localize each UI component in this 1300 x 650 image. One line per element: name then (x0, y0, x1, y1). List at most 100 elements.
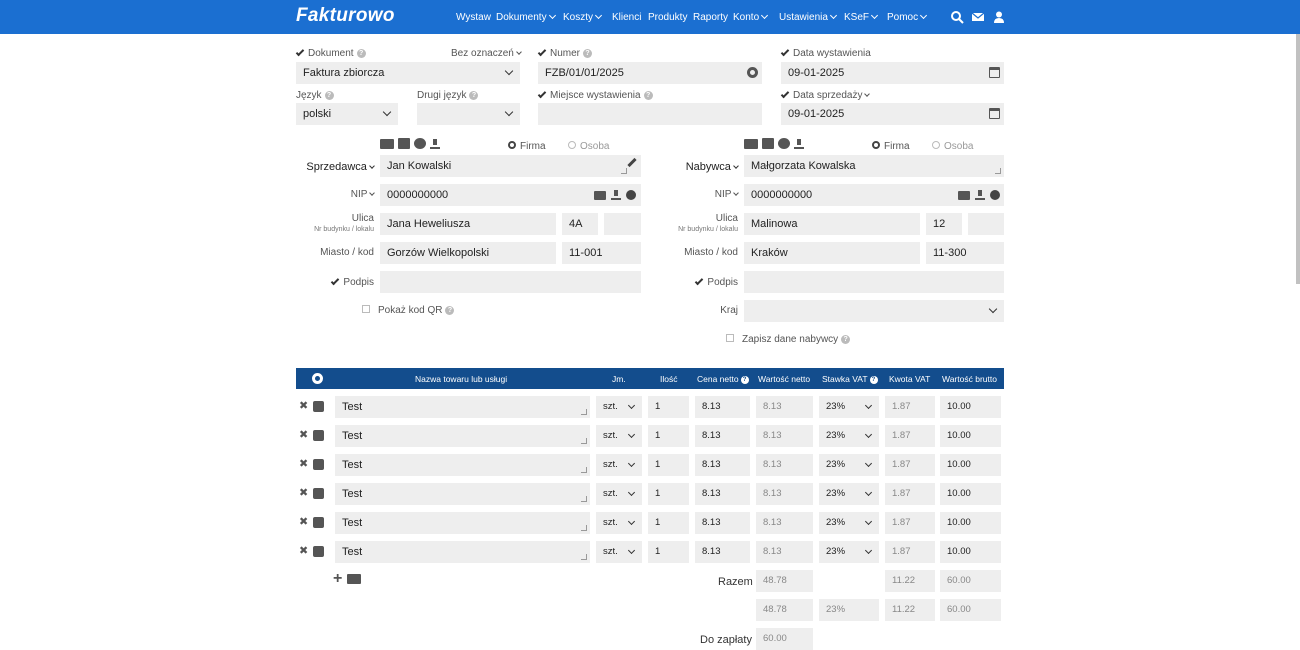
drugi-jezyk-select[interactable] (417, 103, 520, 125)
delete-row-icon[interactable]: ✖ (299, 546, 310, 557)
edit-icon[interactable] (313, 401, 324, 412)
page-scrollbar[interactable] (1296, 34, 1300, 284)
search-icon[interactable] (950, 10, 964, 24)
gear-icon[interactable] (778, 138, 790, 149)
cell-gross[interactable]: 10.00 (940, 425, 1001, 447)
data-sprzedazy-label[interactable]: Data sprzedaży (780, 89, 871, 101)
edit-icon[interactable] (313, 459, 324, 470)
qr-checkbox[interactable]: Pokaż kod QR? (362, 305, 455, 316)
nav-item-ustawienia[interactable]: Ustawienia (779, 11, 837, 23)
help-icon[interactable]: ? (583, 48, 593, 58)
edit-icon[interactable] (313, 488, 324, 499)
folder-open-icon[interactable] (744, 138, 758, 149)
resize-handle[interactable] (581, 554, 587, 560)
resize-handle[interactable] (621, 168, 627, 174)
seller-building-input[interactable]: 4A (562, 213, 598, 235)
dokument-select[interactable]: Faktura zbiorcza (296, 62, 520, 84)
download-icon[interactable] (611, 190, 621, 200)
nav-item-dokumenty[interactable]: Dokumenty (496, 11, 556, 23)
cell-name[interactable]: Test (335, 483, 590, 505)
edit-icon[interactable] (313, 430, 324, 441)
edit-icon[interactable] (398, 138, 410, 149)
resize-handle[interactable] (581, 467, 587, 473)
gear-icon[interactable] (747, 67, 758, 78)
cell-price[interactable]: 8.13 (695, 425, 750, 447)
gear-icon[interactable] (414, 138, 426, 149)
buyer-podpis-input[interactable] (744, 271, 1004, 293)
buyer-nip-dropdown[interactable]: NIP (660, 189, 739, 200)
buyer-postcode-input[interactable]: 11-300 (926, 242, 1004, 264)
buyer-name-input[interactable]: Małgorzata Kowalska (744, 155, 1004, 177)
help-icon[interactable]: ? (324, 90, 334, 100)
help-icon[interactable]: ? (740, 375, 749, 384)
cell-price[interactable]: 8.13 (695, 396, 750, 418)
miejsce-input[interactable] (538, 103, 762, 125)
edit-icon[interactable] (762, 138, 774, 149)
delete-row-icon[interactable]: ✖ (299, 488, 310, 499)
mail-icon[interactable] (971, 10, 985, 24)
buyer-podpis-label[interactable]: Podpis (660, 276, 738, 288)
nav-item-klienci[interactable]: Klienci (612, 12, 641, 23)
download-icon[interactable] (975, 190, 985, 200)
cell-jm[interactable]: szt. (596, 396, 642, 418)
cell-price[interactable]: 8.13 (695, 512, 750, 534)
cell-vat[interactable]: 23% (819, 454, 879, 476)
help-icon[interactable]: ? (643, 90, 653, 100)
delete-row-icon[interactable]: ✖ (299, 459, 310, 470)
cell-qty[interactable]: 1 (648, 454, 689, 476)
folder-open-icon[interactable] (347, 574, 361, 584)
check-circle-icon[interactable] (990, 190, 1000, 200)
buyer-building-input[interactable]: 12 (926, 213, 962, 235)
download-icon[interactable] (794, 138, 804, 149)
cell-qty[interactable]: 1 (648, 541, 689, 563)
seller-nip-dropdown[interactable]: NIP (296, 189, 375, 200)
seller-podpis-input[interactable] (380, 271, 641, 293)
cell-vat[interactable]: 23% (819, 541, 879, 563)
nav-item-koszty[interactable]: Koszty (563, 11, 603, 23)
buyer-local-input[interactable] (968, 213, 1004, 235)
cell-gross[interactable]: 10.00 (940, 454, 1001, 476)
resize-handle[interactable] (581, 496, 587, 502)
plus-icon[interactable]: + (333, 571, 342, 587)
delete-row-icon[interactable]: ✖ (299, 517, 310, 528)
cell-vat[interactable]: 23% (819, 425, 879, 447)
cell-jm[interactable]: szt. (596, 541, 642, 563)
nav-item-pomoc[interactable]: Pomoc (887, 11, 928, 23)
data-sprzedazy-input[interactable]: 09-01-2025 (781, 103, 1004, 125)
cell-jm[interactable]: szt. (596, 512, 642, 534)
folder-open-icon[interactable] (958, 190, 970, 200)
help-icon[interactable]: ? (356, 48, 366, 58)
cell-jm[interactable]: szt. (596, 425, 642, 447)
resize-handle[interactable] (581, 438, 587, 444)
help-icon[interactable]: ? (469, 90, 479, 100)
data-wystawienia-input[interactable]: 09-01-2025 (781, 62, 1004, 84)
cell-name[interactable]: Test (335, 541, 590, 563)
cell-qty[interactable]: 1 (648, 512, 689, 534)
cell-vat[interactable]: 23% (819, 512, 879, 534)
jezyk-select[interactable]: polski (296, 103, 398, 125)
pencil-icon[interactable] (627, 157, 637, 168)
buyer-city-input[interactable]: Kraków (744, 242, 920, 264)
seller-osoba-radio[interactable]: Osoba (568, 141, 609, 152)
seller-name-input[interactable]: Jan Kowalski (380, 155, 641, 177)
seller-street-input[interactable]: Jana Heweliusza (380, 213, 556, 235)
resize-handle[interactable] (581, 409, 587, 415)
delete-row-icon[interactable]: ✖ (299, 401, 310, 412)
cell-gross[interactable]: 10.00 (940, 512, 1001, 534)
zapisz-checkbox[interactable]: Zapisz dane nabywcy? (726, 334, 851, 345)
cell-name[interactable]: Test (335, 512, 590, 534)
delete-row-icon[interactable]: ✖ (299, 430, 310, 441)
buyer-kraj-select[interactable] (744, 300, 1004, 322)
gear-icon[interactable] (312, 373, 323, 384)
cell-qty[interactable]: 1 (648, 483, 689, 505)
resize-handle[interactable] (581, 525, 587, 531)
calendar-icon[interactable] (989, 67, 1000, 78)
calendar-icon[interactable] (989, 108, 1000, 119)
sprzedawca-dropdown[interactable]: Sprzedawca (296, 161, 375, 173)
nav-item-konto[interactable]: Konto (733, 11, 769, 23)
cell-gross[interactable]: 10.00 (940, 483, 1001, 505)
cell-qty[interactable]: 1 (648, 396, 689, 418)
seller-firma-radio[interactable]: Firma (508, 141, 546, 152)
seller-city-input[interactable]: Gorzów Wielkopolski (380, 242, 556, 264)
cell-name[interactable]: Test (335, 425, 590, 447)
